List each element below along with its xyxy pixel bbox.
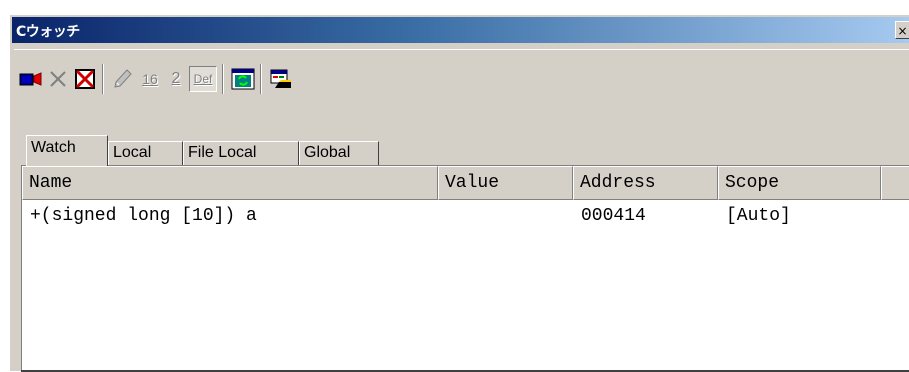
tab-bar: Watch Local File Local Global <box>26 135 909 166</box>
delete-all-icon <box>75 69 95 89</box>
refresh-icon <box>231 68 255 90</box>
hex-radix-icon: 16 <box>142 71 158 87</box>
column-header-scope[interactable]: Scope <box>718 166 881 200</box>
column-header-name[interactable]: Name <box>22 166 438 200</box>
hex-radix-button[interactable]: 16 <box>137 66 163 92</box>
tab-file-local[interactable]: File Local <box>183 141 299 165</box>
column-header-address[interactable]: Address <box>573 166 718 200</box>
close-button[interactable]: × <box>895 21 909 39</box>
toolbar-separator <box>260 64 262 94</box>
output-button[interactable] <box>268 66 294 92</box>
watch-list[interactable]: Name Value Address Scope +(signed long [… <box>21 165 909 372</box>
tab-local[interactable]: Local <box>108 141 183 165</box>
default-radix-icon: Def <box>193 72 213 86</box>
c-watch-window: Cウォッチ × 16 2 Def Watch Local File Local … <box>9 14 909 372</box>
default-radix-button[interactable]: Def <box>189 66 217 92</box>
delete-icon <box>50 71 66 87</box>
window-title: Cウォッチ <box>16 24 80 40</box>
tab-watch[interactable]: Watch <box>26 135 108 166</box>
add-watch-button[interactable] <box>18 66 44 92</box>
delete-all-button[interactable] <box>72 66 98 92</box>
edit-value-icon <box>114 69 132 88</box>
binary-radix-icon: 2 <box>171 70 181 87</box>
refresh-button[interactable] <box>230 66 256 92</box>
add-watch-icon <box>19 72 42 86</box>
row-scope-cell: [Auto] <box>726 206 791 226</box>
toolbar-separator <box>222 64 224 94</box>
title-bar[interactable]: Cウォッチ × <box>12 17 909 43</box>
delete-button[interactable] <box>45 66 71 92</box>
column-header-filler <box>881 166 909 200</box>
edit-value-button[interactable] <box>110 66 136 92</box>
toolbar-separator <box>102 64 104 94</box>
row-address-cell: 000414 <box>581 206 646 226</box>
column-header-value[interactable]: Value <box>438 166 573 200</box>
toolbar: 16 2 Def <box>14 49 909 94</box>
row-name-cell: +(signed long [10]) a <box>30 206 257 226</box>
output-icon <box>270 69 291 88</box>
binary-radix-button[interactable]: 2 <box>163 66 189 92</box>
tab-global[interactable]: Global <box>299 141 379 165</box>
